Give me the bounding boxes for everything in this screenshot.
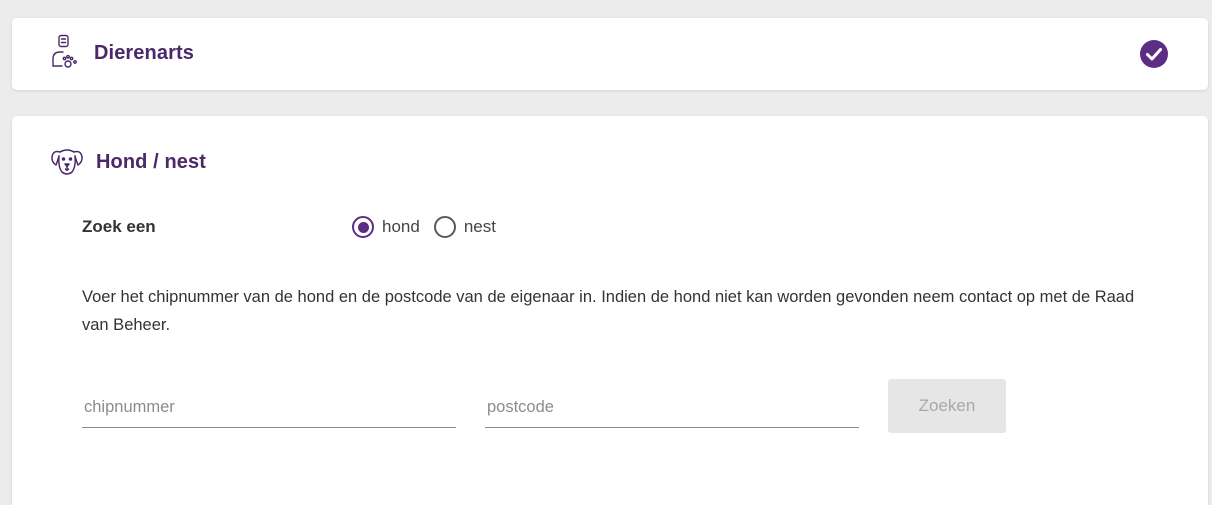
- postcode-input[interactable]: [485, 388, 859, 428]
- search-type-row: Zoek een hond nest: [82, 212, 510, 242]
- check-circle-icon: [1140, 40, 1168, 68]
- search-button[interactable]: Zoeken: [888, 379, 1006, 433]
- vet-section-card[interactable]: Dierenarts: [12, 18, 1208, 90]
- vet-section-title: Dierenarts: [94, 41, 194, 64]
- instructions-text: Voer het chipnummer van de hond en de po…: [82, 288, 1135, 334]
- dog-section-card: Hond / nest Zoek een hond nest Voer het …: [12, 116, 1208, 505]
- search-type-label: Zoek een: [82, 217, 156, 236]
- dog-section-title: Hond / nest: [96, 150, 206, 173]
- chipnummer-input[interactable]: [82, 388, 456, 428]
- dog-section-header: Hond / nest: [50, 147, 206, 177]
- vet-section-header[interactable]: Dierenarts: [50, 34, 194, 72]
- veterinarian-icon: [52, 34, 77, 68]
- radio-nest[interactable]: [433, 216, 456, 238]
- radio-hond-label[interactable]: hond: [382, 217, 420, 237]
- page: Dierenarts Hond / nest Zoek een hond nes…: [0, 0, 1212, 505]
- radio-nest-label[interactable]: nest: [464, 217, 496, 237]
- dog-icon: [51, 149, 83, 175]
- radio-hond[interactable]: [352, 216, 374, 238]
